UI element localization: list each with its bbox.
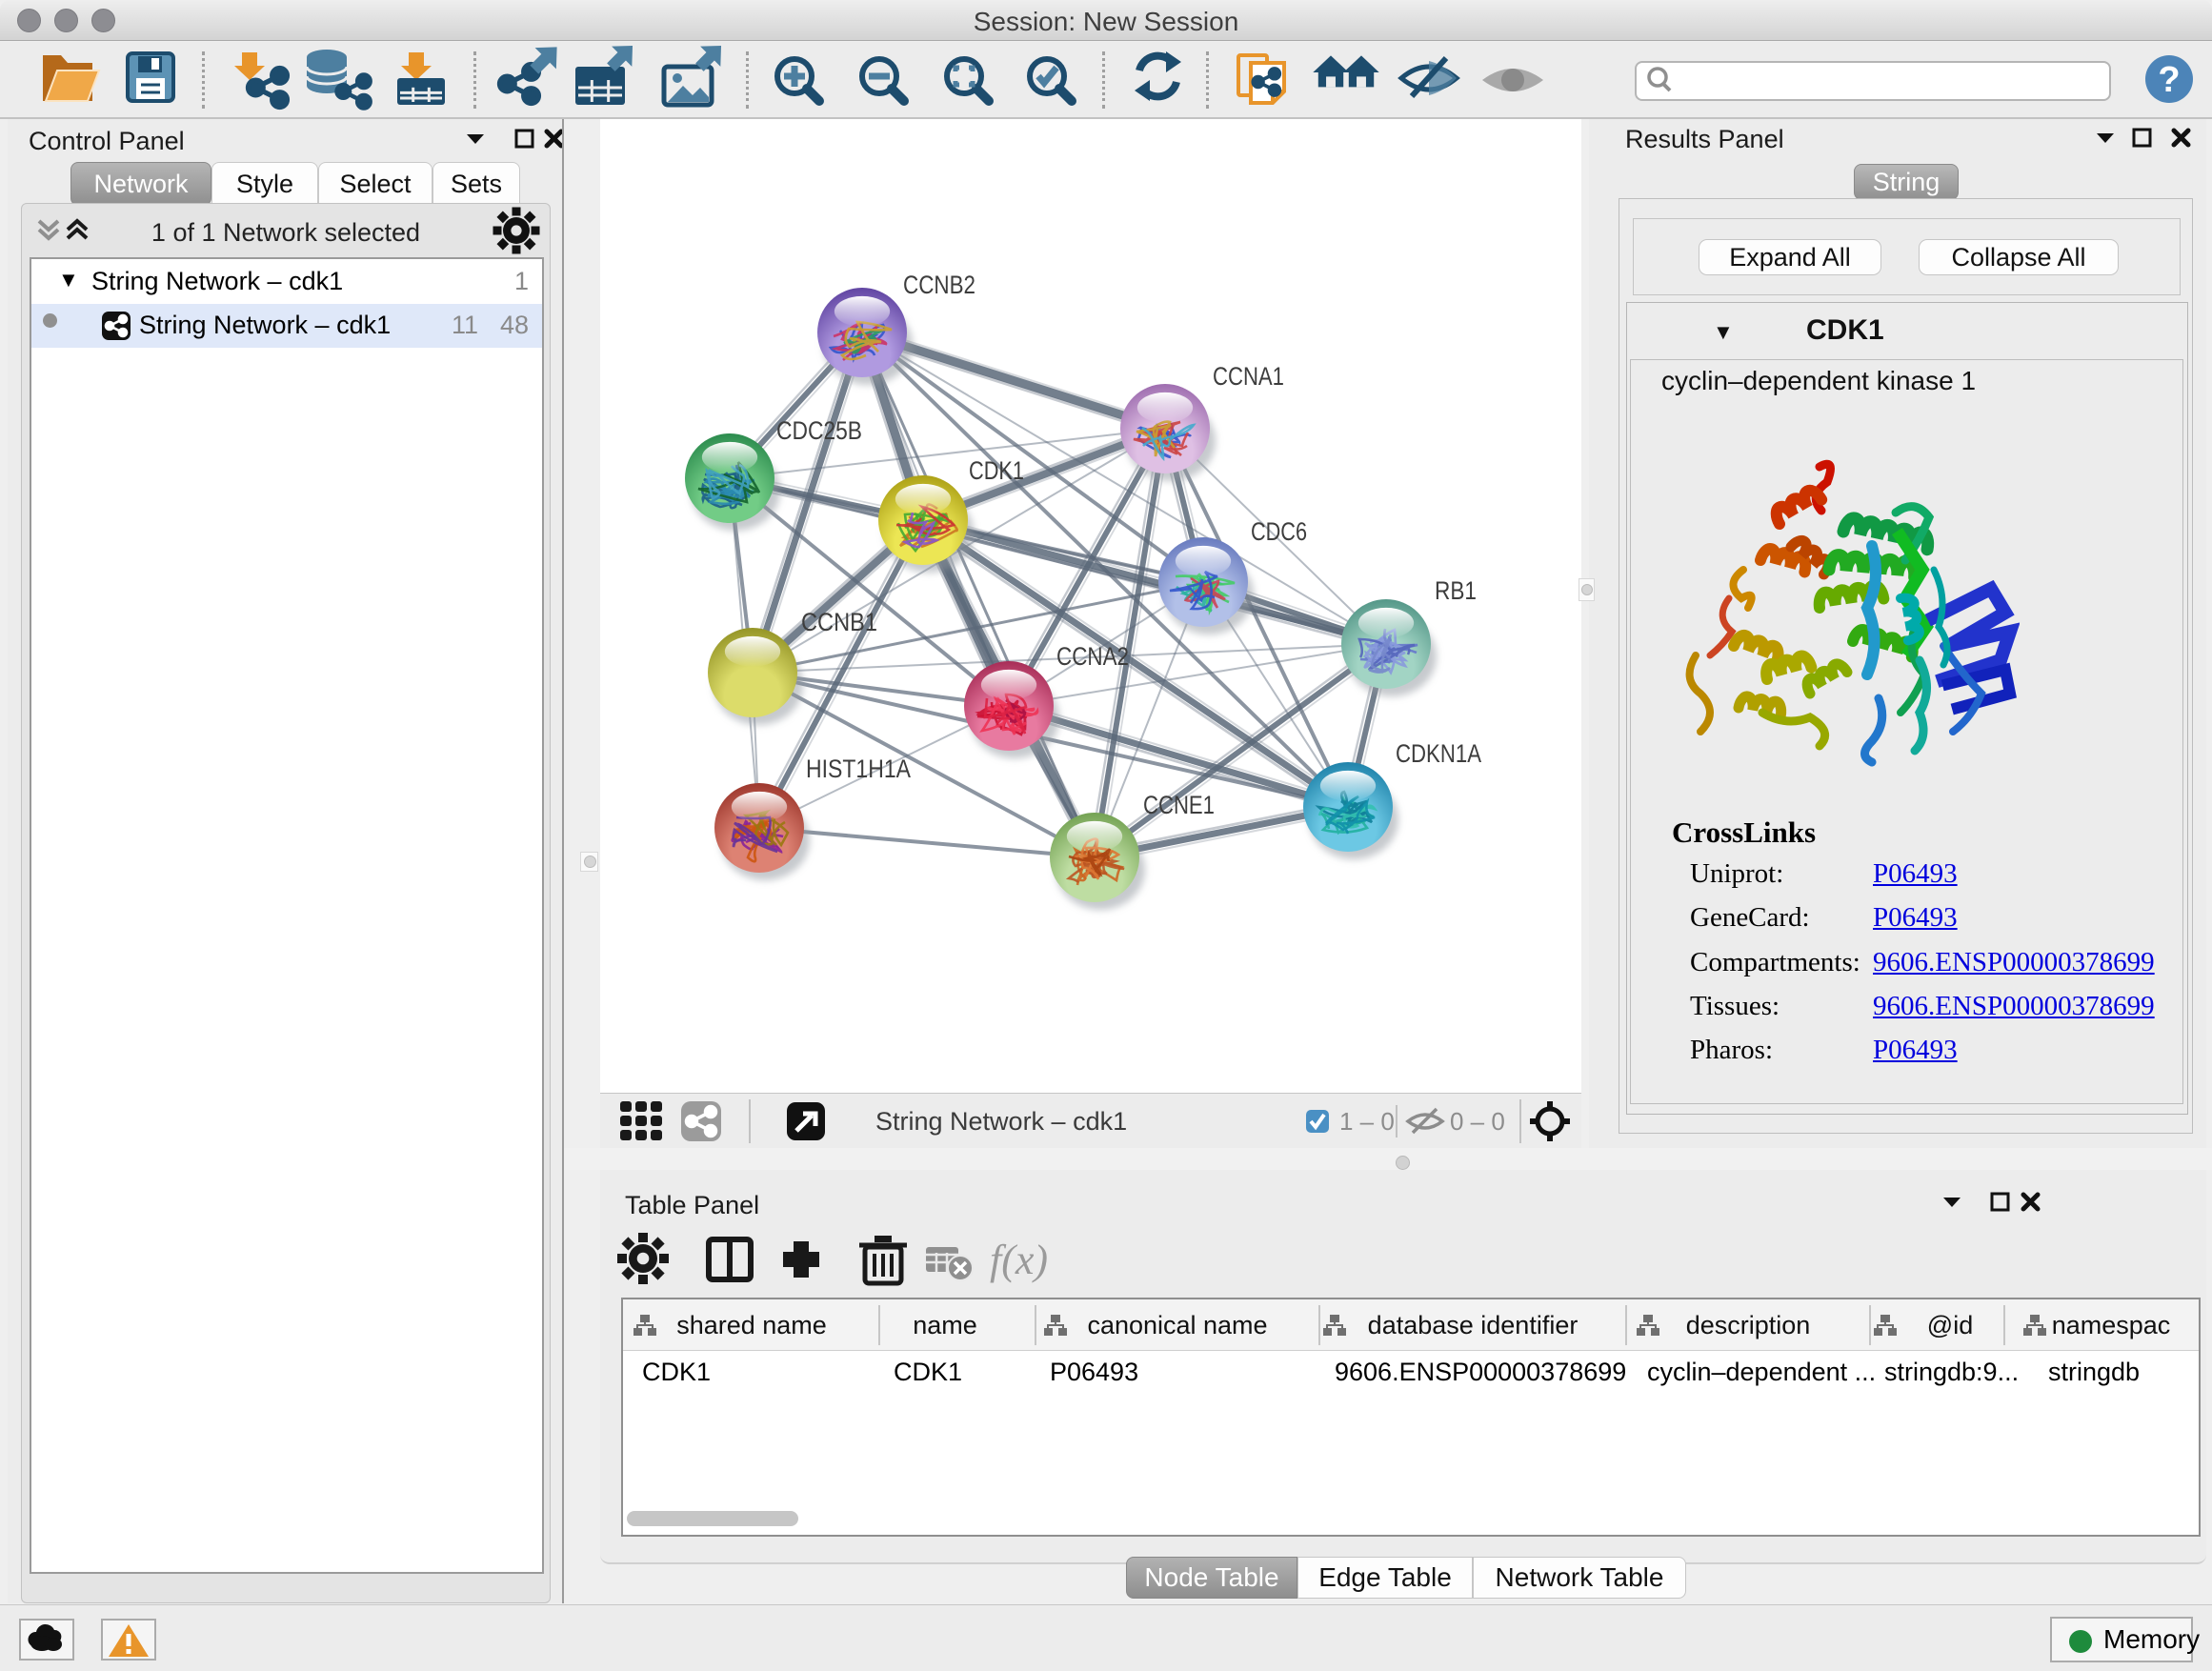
svg-text:@id: @id bbox=[1927, 1311, 1973, 1339]
svg-text:CCNE1: CCNE1 bbox=[1143, 791, 1215, 819]
svg-text:CDKN1A: CDKN1A bbox=[1396, 739, 1481, 768]
svg-text:CCNB1: CCNB1 bbox=[801, 608, 877, 636]
svg-text:f(x): f(x) bbox=[990, 1237, 1048, 1283]
svg-text:String Network – cdk1: String Network – cdk1 bbox=[875, 1107, 1127, 1136]
svg-text:0 – 0: 0 – 0 bbox=[1450, 1107, 1505, 1136]
svg-text:CCNA2: CCNA2 bbox=[1056, 642, 1129, 671]
svg-text:CDK1: CDK1 bbox=[969, 456, 1024, 485]
svg-text:description: description bbox=[1686, 1311, 1811, 1339]
svg-text:database identifier: database identifier bbox=[1368, 1311, 1579, 1339]
svg-text:CDC25B: CDC25B bbox=[776, 416, 862, 445]
svg-text:shared name: shared name bbox=[676, 1311, 827, 1339]
svg-text:RB1: RB1 bbox=[1435, 576, 1477, 605]
svg-text:name: name bbox=[913, 1311, 977, 1339]
svg-text:1 – 0: 1 – 0 bbox=[1339, 1107, 1395, 1136]
svg-text:namespac: namespac bbox=[2052, 1311, 2171, 1339]
svg-text:HIST1H1A: HIST1H1A bbox=[806, 755, 911, 783]
svg-text:CDC6: CDC6 bbox=[1251, 517, 1307, 546]
svg-text:?: ? bbox=[2158, 60, 2180, 100]
svg-text:canonical name: canonical name bbox=[1087, 1311, 1267, 1339]
svg-text:CCNB2: CCNB2 bbox=[903, 271, 975, 299]
svg-text:CCNA1: CCNA1 bbox=[1213, 362, 1284, 391]
